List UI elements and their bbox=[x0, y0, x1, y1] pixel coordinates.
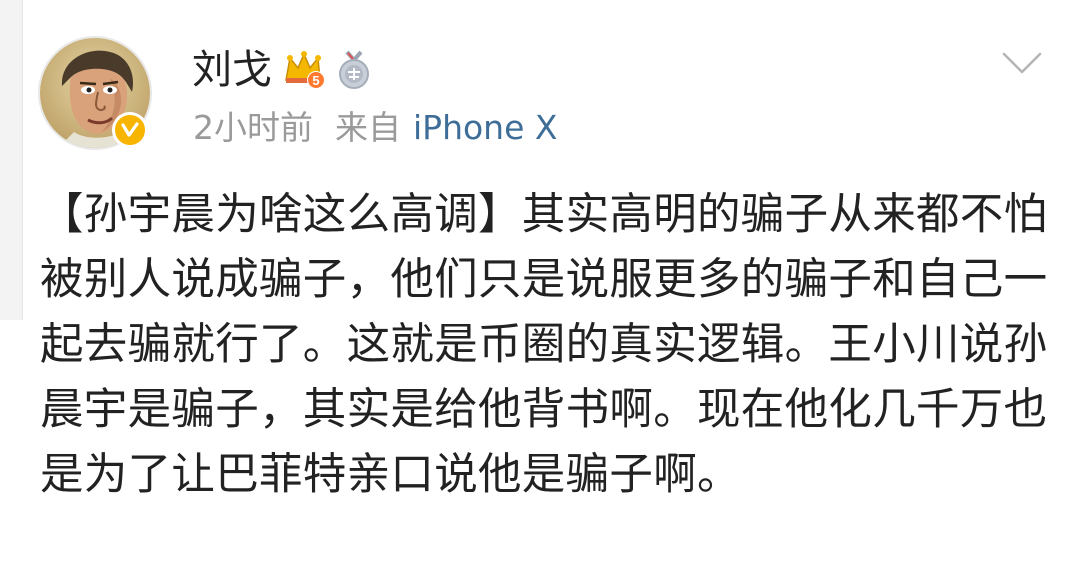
vip-level-text: 5 bbox=[312, 73, 319, 88]
medal-badge-icon[interactable] bbox=[336, 50, 372, 90]
crown-vip-level-5-icon[interactable]: 5 bbox=[282, 50, 326, 90]
weibo-post-card: 刘戈 5 2小时前 来自 iPhone X 【孙宇晨为啥这么高调】其实高明的骗子… bbox=[0, 0, 1080, 576]
author-avatar[interactable] bbox=[38, 36, 154, 152]
author-name[interactable]: 刘戈 bbox=[192, 50, 272, 90]
source-device-link[interactable]: iPhone X bbox=[413, 108, 558, 148]
post-time: 2小时前 bbox=[193, 108, 313, 147]
author-name-row: 刘戈 5 bbox=[192, 42, 372, 98]
post-meta: 2小时前 来自 iPhone X bbox=[193, 108, 558, 148]
verified-v-icon bbox=[112, 112, 148, 148]
post-body-text: 【孙宇晨为啥这么高调】其实高明的骗子从来都不怕被别人说成骗子，他们只是说服更多的… bbox=[40, 190, 1048, 500]
chevron-down-icon[interactable] bbox=[1000, 48, 1044, 78]
source-prefix: 来自 bbox=[335, 108, 401, 147]
left-edge-divider bbox=[0, 0, 23, 320]
